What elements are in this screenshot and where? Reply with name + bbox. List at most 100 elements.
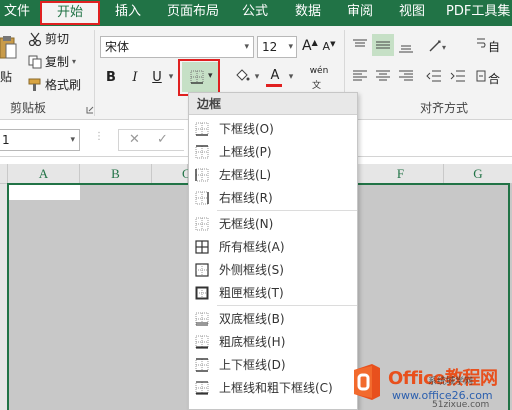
align-bottom-icon[interactable] [398,38,414,57]
all-borders-icon [195,239,209,254]
phonetic-button[interactable]: wén [308,66,330,76]
menu-separator [217,210,357,211]
tab-pdf-tools[interactable]: PDF工具集 [446,0,512,26]
italic-button[interactable]: I [128,70,142,85]
format-painter-icon [28,78,41,91]
menu-item-no-border[interactable]: 无框线(N) [189,212,357,235]
menu-item-double-bottom-border[interactable]: 双底框线(B) [189,307,357,330]
wrap-text-button[interactable]: 自 [488,38,500,55]
tab-page-layout[interactable]: 页面布局 [158,0,228,26]
wrap-text-icon[interactable] [476,36,486,55]
fill-color-button[interactable] [234,68,250,87]
select-all-corner[interactable] [0,164,8,184]
formula-buttons: ✕ ✓ [118,129,184,151]
format-painter-button[interactable]: 格式刷 [28,76,81,93]
tab-data[interactable]: 数据 [288,0,328,26]
menu-item-label: 外侧框线(S) [219,263,284,277]
menu-item-top-bottom-border[interactable]: 上下框线(D) [189,353,357,376]
border-menu-title: 边框 [189,93,357,115]
increase-indent-icon[interactable] [450,68,466,87]
paste-label[interactable]: 贴 [0,68,12,85]
menu-item-label: 下框线(O) [219,122,274,136]
align-top-icon[interactable] [352,38,368,57]
copy-dropdown-arrow[interactable]: ▾ [72,57,76,66]
menu-item-thick-box-border[interactable]: 粗匣框线(T) [189,281,357,304]
tab-formulas[interactable]: 公式 [235,0,275,26]
left-border-icon [195,168,209,181]
font-size-select[interactable]: 12 ▾ [257,36,297,58]
copy-button[interactable]: 复制 ▾ [28,53,76,70]
column-header-g[interactable]: G [444,164,512,184]
orientation-icon[interactable]: ▾ [428,38,450,57]
fill-color-dropdown-icon[interactable]: ▾ [252,72,262,82]
no-border-icon [195,217,209,230]
menu-item-label: 左框线(L) [219,168,272,182]
align-middle-icon[interactable] [372,34,394,56]
thick-bottom-border-icon [195,335,209,349]
watermark-secondary: 系统城学网 [428,377,474,387]
grow-font-button[interactable]: A▲ [302,38,318,54]
formula-bar-grip: ⋮ [94,131,104,142]
underline-dropdown-icon[interactable]: ▾ [166,72,176,82]
align-left-icon[interactable] [352,68,368,87]
clipboard-group-label: 剪贴板 [10,101,47,115]
underline-button[interactable]: U [150,70,164,85]
menu-item-bottom-border[interactable]: 下框线(O) [189,117,357,140]
cut-button[interactable]: 剪切 [28,30,69,47]
tab-insert[interactable]: 插入 [108,0,148,26]
menu-item-top-border[interactable]: 上框线(P) [189,140,357,163]
font-color-bar [266,84,282,87]
menu-item-label: 粗底框线(H) [219,335,286,349]
menu-item-label: 双底框线(B) [219,312,285,326]
office-logo-icon [354,364,380,400]
menu-item-right-border[interactable]: 右框线(R) [189,186,357,209]
font-name-select[interactable]: 宋体 ▾ [100,36,254,58]
tab-review[interactable]: 审阅 [340,0,380,26]
svg-text:文: 文 [312,79,321,89]
menu-item-label: 上框线和粗下框线(C) [219,381,333,395]
tab-file[interactable]: 文件 [0,0,34,26]
bottom-border-icon [195,122,209,136]
clipboard-separator [94,30,95,116]
menu-item-outside-borders[interactable]: 外侧框线(S) [189,258,357,281]
merge-center-button[interactable]: 合 [488,70,500,87]
merge-center-icon[interactable] [476,68,486,87]
scissors-icon [28,32,42,46]
phonetic-icon: 文 [312,78,326,92]
menu-item-label: 右框线(R) [219,191,273,205]
font-size-dropdown-icon[interactable]: ▾ [288,37,293,57]
enter-button[interactable]: ✓ [157,132,168,147]
column-header-c[interactable]: C [152,164,191,184]
align-center-icon[interactable] [375,68,391,87]
menu-item-label: 上下框线(D) [219,358,286,372]
cut-label: 剪切 [45,32,70,46]
menu-item-top-thick-bottom-border[interactable]: 上框线和粗下框线(C) [189,376,357,399]
clipboard-launcher-icon[interactable] [86,103,94,117]
align-right-icon[interactable] [398,68,414,87]
watermark: Office教程网 www.office26.com 系统城学网 51zixue… [348,358,512,410]
menu-item-all-borders[interactable]: 所有框线(A) [189,235,357,258]
decrease-indent-icon[interactable] [426,68,442,87]
tab-home[interactable]: 开始 [40,1,100,25]
top-border-icon [195,144,209,158]
cancel-button[interactable]: ✕ [129,132,140,147]
shrink-font-button[interactable]: A▼ [322,40,336,53]
column-header-f[interactable]: F [358,164,444,184]
column-header-a[interactable]: A [8,164,80,184]
menu-item-label: 无框线(N) [219,217,274,231]
font-color-dropdown-icon[interactable]: ▾ [286,72,296,82]
name-box[interactable]: 1 ▾ [0,129,80,151]
font-color-button[interactable]: A [268,68,282,83]
menu-item-label: 粗匣框线(T) [219,286,284,300]
font-name-dropdown-icon[interactable]: ▾ [244,37,249,57]
top-bottom-border-icon [195,357,209,372]
column-header-b[interactable]: B [80,164,152,184]
bold-button[interactable]: B [104,70,118,85]
tab-view[interactable]: 视图 [392,0,432,26]
menu-item-label: 上框线(P) [219,145,272,159]
menu-item-left-border[interactable]: 左框线(L) [189,163,357,186]
paste-icon[interactable] [0,34,18,67]
svg-text:▾: ▾ [442,43,446,52]
name-box-dropdown-icon[interactable]: ▾ [70,130,75,150]
menu-item-thick-bottom-border[interactable]: 粗底框线(H) [189,330,357,353]
